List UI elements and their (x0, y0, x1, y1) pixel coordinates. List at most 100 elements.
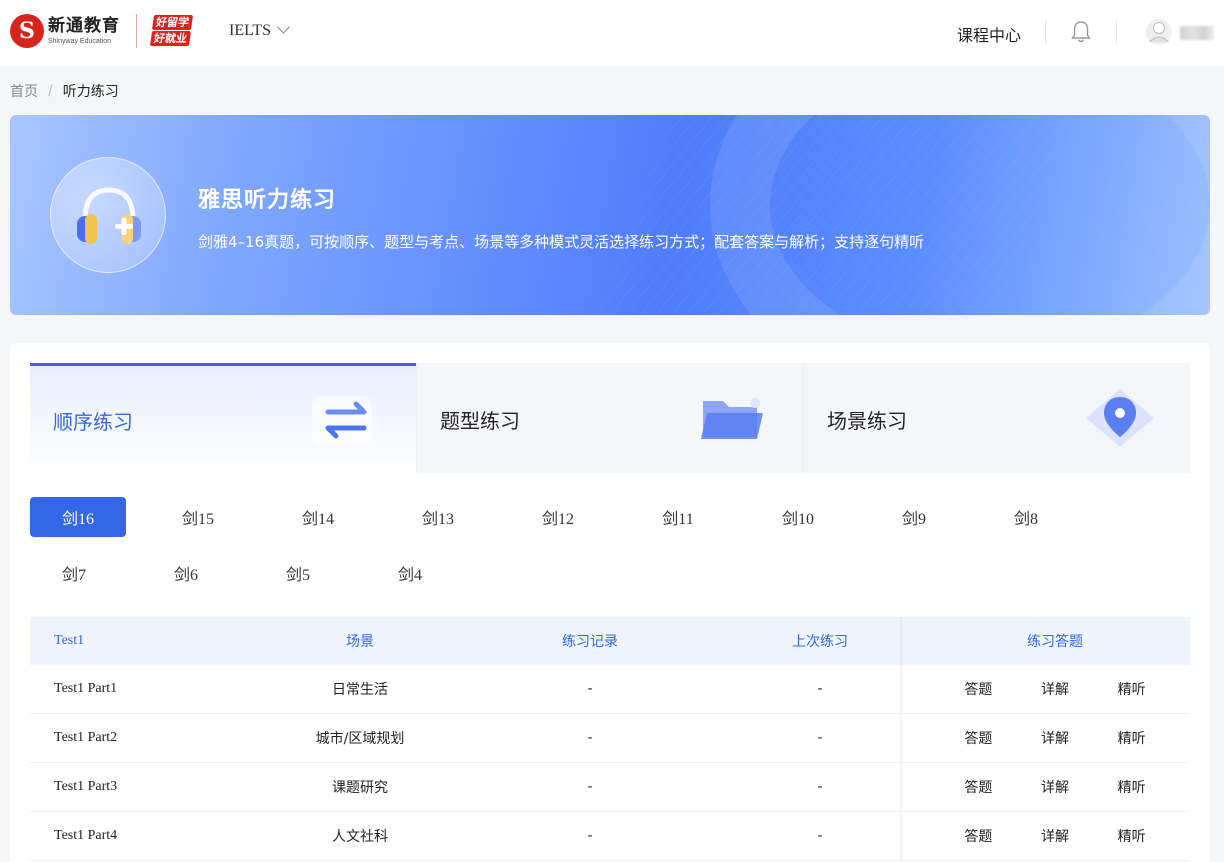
cell-part-name: Test1 Part4 (54, 828, 118, 843)
tab-sequence-practice[interactable]: 顺序练习 (30, 363, 416, 473)
brand-logo[interactable]: S 新通教育 Shinyway Education 好留学 好就业 (10, 14, 201, 48)
tab-scene-practice[interactable]: 场景练习 (803, 363, 1190, 473)
location-pin-icon (1086, 389, 1154, 447)
cell-record: - (587, 681, 593, 697)
book-row-2: 剑7 剑6 剑5 剑4 (30, 553, 478, 593)
header-last: 上次练习 (792, 634, 848, 650)
banner-description: 剑雅4–16真题，可按顺序、题型与考点、场景等多种模式灵活选择练习方式；配套答案… (198, 233, 925, 251)
answer-button[interactable]: 答题 (964, 728, 992, 748)
intensive-listen-button[interactable]: 精听 (1118, 777, 1146, 797)
slogan-logo: 好留学 好就业 (149, 14, 201, 48)
table-row: Test1 Part4 人文社科 - - 答题 详解 精听 (30, 812, 1190, 861)
intensive-listen-button[interactable]: 精听 (1118, 679, 1146, 699)
cell-scene: 人文社科 (332, 829, 388, 845)
cell-last: - (817, 828, 823, 844)
intensive-listen-button[interactable]: 精听 (1118, 728, 1146, 748)
fixed-column-shadow (900, 812, 904, 860)
book-pill-4[interactable]: 剑4 (366, 553, 454, 593)
cell-scene: 课题研究 (332, 780, 388, 796)
breadcrumb-home[interactable]: 首页 (10, 81, 38, 101)
book-pill-16[interactable]: 剑16 (30, 497, 126, 537)
slogan-line2: 好就业 (149, 31, 192, 46)
banner-title: 雅思听力练习 (198, 188, 337, 213)
cell-part-name: Test1 Part1 (54, 681, 118, 696)
header-divider (1045, 20, 1046, 44)
explain-button[interactable]: 详解 (1041, 679, 1069, 699)
tab-label: 场景练习 (827, 409, 907, 433)
book-pill-15[interactable]: 剑15 (150, 497, 246, 537)
book-pill-13[interactable]: 剑13 (390, 497, 486, 537)
answer-button[interactable]: 答题 (964, 777, 992, 797)
answer-button[interactable]: 答题 (964, 826, 992, 846)
book-pill-10[interactable]: 剑10 (750, 497, 846, 537)
cell-actions: 答题 详解 精听 (920, 777, 1190, 797)
book-pill-12[interactable]: 剑12 (510, 497, 606, 537)
user-avatar-icon[interactable] (1146, 18, 1172, 46)
logo-cn: 新通教育 (48, 15, 120, 36)
swap-arrows-icon (312, 396, 372, 446)
tab-label: 题型练习 (440, 409, 520, 433)
cell-part-name: Test1 Part2 (54, 730, 118, 745)
table-row: Test1 Part2 城市/区域规划 - - 答题 详解 精听 (30, 714, 1190, 763)
answer-button[interactable]: 答题 (964, 679, 992, 699)
top-header: S 新通教育 Shinyway Education 好留学 好就业 IELTS … (0, 0, 1224, 66)
header-record: 练习记录 (562, 634, 618, 650)
fixed-column-shadow (900, 714, 904, 762)
test-table: Test1 场景 练习记录 上次练习 练习答题 Test1 Part1 日常生活… (30, 617, 1190, 861)
username-redacted[interactable] (1180, 26, 1214, 40)
header-divider (1116, 20, 1117, 44)
folder-icon (701, 398, 763, 439)
breadcrumb: 首页 / 听力练习 (10, 81, 119, 101)
banner-decoration (710, 115, 1210, 315)
slogan-line1: 好留学 (151, 15, 194, 30)
book-pill-5[interactable]: 剑5 (254, 553, 342, 593)
cell-actions: 答题 详解 精听 (920, 728, 1190, 748)
practice-card: 顺序练习 题型练习 场景练习 剑16 剑15 剑14 剑13 剑12 剑11 剑… (10, 343, 1210, 862)
shinyway-logo-mark: S (10, 14, 44, 48)
cell-part-name: Test1 Part3 (54, 779, 118, 794)
cell-record: - (587, 730, 593, 746)
logo-en: Shinyway Education (48, 37, 112, 45)
fixed-column-shadow (900, 665, 904, 713)
book-pill-11[interactable]: 剑11 (630, 497, 726, 537)
table-row: Test1 Part1 日常生活 - - 答题 详解 精听 (30, 665, 1190, 714)
table-header: Test1 场景 练习记录 上次练习 练习答题 (30, 617, 1190, 665)
exam-selector[interactable]: IELTS (229, 20, 290, 40)
cell-record: - (587, 828, 593, 844)
explain-button[interactable]: 详解 (1041, 777, 1069, 797)
book-pill-8[interactable]: 剑8 (982, 497, 1070, 537)
hero-banner: 雅思听力练习 剑雅4–16真题，可按顺序、题型与考点、场景等多种模式灵活选择练习… (10, 115, 1210, 315)
book-row-1: 剑16 剑15 剑14 剑13 剑12 剑11 剑10 剑9 剑8 (30, 497, 1094, 537)
book-pill-7[interactable]: 剑7 (30, 553, 118, 593)
cell-last: - (817, 681, 823, 697)
book-pill-9[interactable]: 剑9 (870, 497, 958, 537)
header-test: Test1 (54, 633, 85, 648)
book-pill-14[interactable]: 剑14 (270, 497, 366, 537)
explain-button[interactable]: 详解 (1041, 826, 1069, 846)
tab-label: 顺序练习 (53, 410, 133, 434)
cell-last: - (817, 730, 823, 746)
mode-tabs: 顺序练习 题型练习 场景练习 (30, 363, 1190, 473)
header-scene: 场景 (346, 634, 374, 650)
cell-last: - (817, 779, 823, 795)
book-pill-6[interactable]: 剑6 (142, 553, 230, 593)
cell-scene: 日常生活 (332, 682, 388, 698)
fixed-column-shadow (900, 763, 904, 811)
breadcrumb-separator: / (48, 83, 53, 99)
fixed-column-shadow (900, 617, 904, 665)
cell-actions: 答题 详解 精听 (920, 679, 1190, 699)
cell-actions: 答题 详解 精听 (920, 826, 1190, 846)
headphones-icon (50, 157, 166, 273)
cell-scene: 城市/区域规划 (315, 731, 405, 747)
chevron-down-icon (277, 20, 290, 34)
cell-record: - (587, 779, 593, 795)
tab-type-practice[interactable]: 题型练习 (416, 363, 803, 473)
table-row: Test1 Part3 课题研究 - - 答题 详解 精听 (30, 763, 1190, 812)
logo-text: 新通教育 Shinyway Education (48, 15, 120, 45)
intensive-listen-button[interactable]: 精听 (1118, 826, 1146, 846)
course-center-link[interactable]: 课程中心 (957, 22, 1021, 46)
exam-selector-label: IELTS (229, 22, 272, 39)
logo-divider (136, 14, 137, 48)
bell-icon[interactable] (1070, 20, 1092, 44)
explain-button[interactable]: 详解 (1041, 728, 1069, 748)
